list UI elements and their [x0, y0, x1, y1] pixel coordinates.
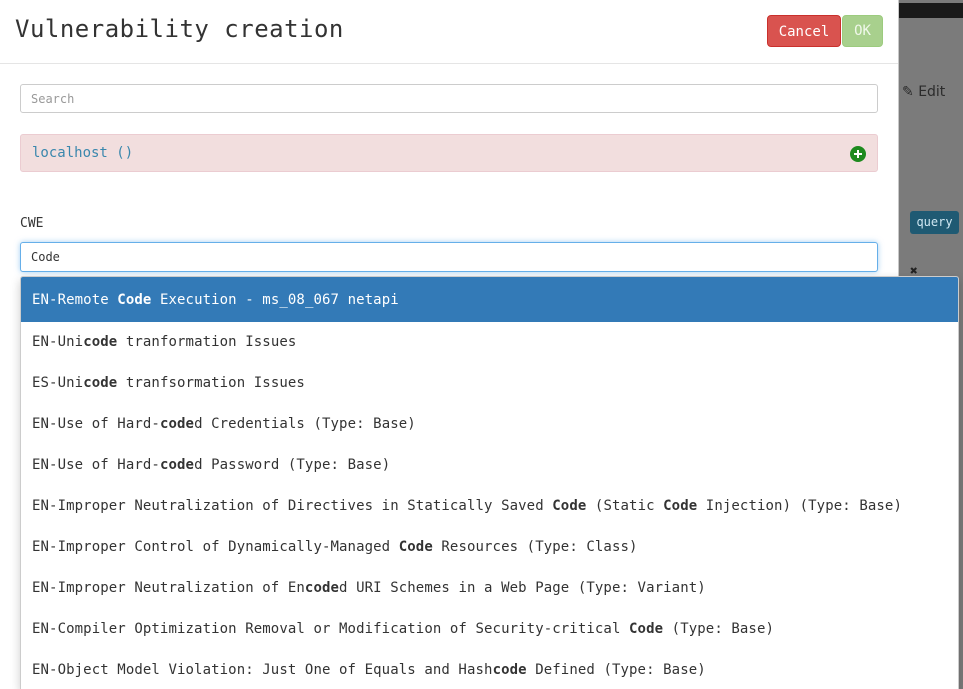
- match-highlight: Code: [398, 539, 433, 555]
- suggestion-item[interactable]: EN-Unicode tranformation Issues: [21, 322, 958, 363]
- suggestion-item[interactable]: EN-Improper Neutralization of Directives…: [21, 486, 958, 527]
- background-query-badge: query: [910, 211, 959, 234]
- cwe-field[interactable]: [20, 242, 878, 272]
- suggestion-item[interactable]: EN-Use of Hard-coded Credentials (Type: …: [21, 404, 958, 445]
- suggestion-text: EN-Use of Hard-: [32, 457, 160, 473]
- suggestion-text: EN-Compiler Optimization Removal or Modi…: [32, 621, 630, 637]
- suggestion-text: tranformation Issues: [117, 334, 297, 350]
- suggestion-text: d URI Schemes in a Web Page (Type: Varia…: [339, 580, 706, 596]
- suggestion-text: EN-Improper Neutralization of Directives…: [32, 498, 553, 514]
- cwe-input[interactable]: [21, 243, 861, 271]
- modal-header: Vulnerability creation Cancel OK: [0, 0, 898, 64]
- suggestion-text: Injection) (Type: Base): [697, 498, 902, 514]
- suggestion-text: EN-Improper Control of Dynamically-Manag…: [32, 539, 399, 555]
- suggestion-item[interactable]: EN-Remote Code Execution - ms_08_067 net…: [21, 277, 958, 322]
- suggestion-text: ES-Uni: [32, 375, 84, 391]
- match-highlight: Code: [552, 498, 587, 514]
- match-highlight: Code: [629, 621, 664, 637]
- host-row: localhost (): [20, 134, 878, 172]
- cwe-label: CWE: [20, 216, 44, 231]
- host-label[interactable]: localhost (): [32, 145, 133, 161]
- suggestion-text: EN-Remote: [32, 292, 118, 308]
- ok-button[interactable]: OK: [842, 15, 883, 47]
- cancel-button[interactable]: Cancel: [767, 15, 841, 47]
- suggestion-text: Execution - ms_08_067 netapi: [151, 292, 399, 308]
- suggestion-item[interactable]: EN-Improper Neutralization of Encoded UR…: [21, 568, 958, 609]
- match-highlight: Code: [117, 292, 152, 308]
- suggestion-item[interactable]: EN-Object Model Violation: Just One of E…: [21, 650, 958, 689]
- suggestion-text: EN-Object Model Violation: Just One of E…: [32, 662, 493, 678]
- suggestion-item[interactable]: EN-Compiler Optimization Removal or Modi…: [21, 609, 958, 650]
- add-host-icon[interactable]: [850, 146, 866, 162]
- suggestion-item[interactable]: EN-Use of Hard-coded Password (Type: Bas…: [21, 445, 958, 486]
- suggestion-text: Defined (Type: Base): [526, 662, 706, 678]
- cwe-suggestions-dropdown: EN-Remote Code Execution - ms_08_067 net…: [20, 276, 959, 689]
- match-highlight: code: [83, 375, 118, 391]
- suggestion-text: tranfsormation Issues: [117, 375, 305, 391]
- suggestion-text: d Credentials (Type: Base): [194, 416, 416, 432]
- suggestion-item[interactable]: ES-Unicode tranfsormation Issues: [21, 363, 958, 404]
- suggestion-text: EN-Use of Hard-: [32, 416, 160, 432]
- background-edit-label: Edit: [918, 84, 946, 100]
- match-highlight: code: [492, 662, 527, 678]
- suggestion-text: Resources (Type: Class): [432, 539, 638, 555]
- search-input[interactable]: [21, 85, 861, 112]
- match-highlight: code: [83, 334, 118, 350]
- match-highlight: code: [159, 457, 195, 473]
- match-highlight: code: [304, 580, 340, 596]
- modal-title: Vulnerability creation: [15, 15, 344, 43]
- suggestion-text: (Static: [586, 498, 664, 514]
- suggestion-text: EN-Improper Neutralization of En: [32, 580, 305, 596]
- match-highlight: code: [159, 416, 195, 432]
- background-edit-link: ✎ Edit: [902, 84, 946, 100]
- suggestion-text: (Type: Base): [663, 621, 775, 637]
- suggestion-text: d Password (Type: Base): [194, 457, 391, 473]
- search-field[interactable]: [20, 84, 878, 113]
- suggestion-text: EN-Uni: [32, 334, 84, 350]
- background-topbar: [898, 3, 963, 18]
- suggestion-item[interactable]: EN-Improper Control of Dynamically-Manag…: [21, 527, 958, 568]
- match-highlight: Code: [663, 498, 698, 514]
